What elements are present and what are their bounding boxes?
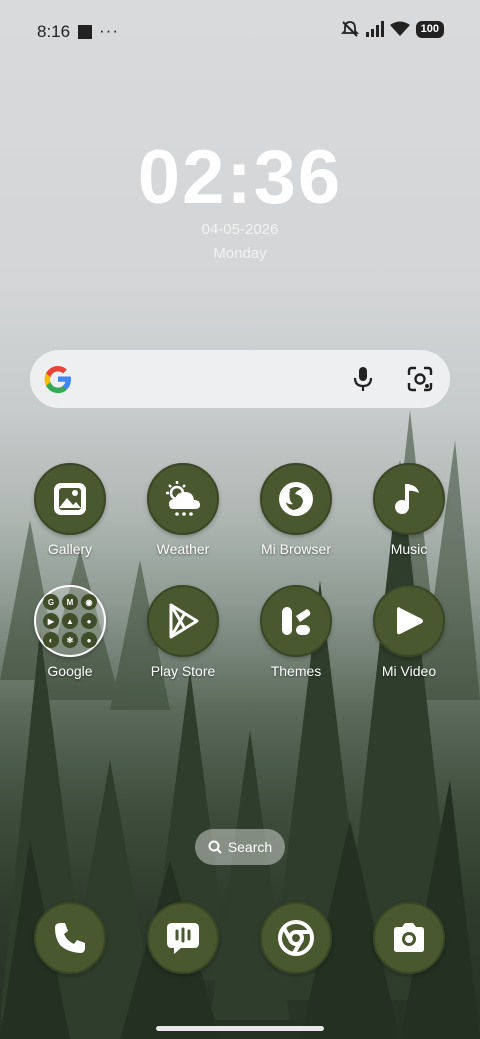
drive-icon: ▲ bbox=[62, 613, 78, 629]
contacts-icon: ● bbox=[81, 632, 97, 648]
music-icon bbox=[395, 484, 419, 514]
dock-camera[interactable] bbox=[354, 902, 464, 974]
battery-indicator: 100 bbox=[415, 20, 444, 38]
wifi-icon bbox=[389, 21, 410, 36]
mute-icon bbox=[340, 21, 359, 37]
youtube-icon: ▶ bbox=[43, 613, 59, 629]
gmail-icon: M bbox=[62, 594, 78, 610]
app-mi-browser[interactable]: Mi Browser bbox=[241, 463, 351, 557]
app-label: Play Store bbox=[150, 663, 216, 679]
app-music[interactable]: Music bbox=[354, 463, 464, 557]
app-gallery[interactable]: Gallery bbox=[15, 463, 125, 557]
app-mi-video[interactable]: Mi Video bbox=[354, 585, 464, 679]
status-bar: 8:16 ··· 100 bbox=[0, 0, 480, 64]
status-time: 8:16 bbox=[37, 22, 71, 41]
search-icon bbox=[208, 840, 222, 854]
gallery-icon bbox=[54, 483, 86, 515]
signal-icon bbox=[365, 21, 384, 37]
google-g-icon bbox=[44, 366, 71, 393]
home-gesture-bar[interactable] bbox=[156, 1026, 324, 1031]
google-search-bar[interactable] bbox=[30, 350, 450, 408]
photos-icon: ✻ bbox=[62, 632, 78, 648]
app-label: Gallery bbox=[47, 541, 93, 557]
dock-chrome[interactable] bbox=[241, 902, 351, 974]
voice-search-icon[interactable] bbox=[350, 365, 376, 393]
dock-messages[interactable] bbox=[128, 902, 238, 974]
clock-date: 04-05-2026 bbox=[201, 221, 279, 238]
themes-icon bbox=[282, 607, 311, 635]
messages-icon bbox=[167, 923, 199, 954]
google-app-icon: G bbox=[43, 594, 59, 610]
app-label: Google bbox=[47, 663, 93, 679]
app-search-button[interactable]: Search bbox=[195, 829, 285, 865]
browser-icon bbox=[279, 482, 313, 516]
more-notifications-icon: ··· bbox=[99, 21, 119, 40]
app-label: Themes bbox=[270, 663, 322, 679]
clock-day: Monday bbox=[213, 245, 267, 262]
app-themes[interactable]: Themes bbox=[241, 585, 351, 679]
app-label: Music bbox=[390, 541, 428, 557]
folder-google[interactable]: G M ◉ ▶ ▲ ● ◐ ✻ ● Google bbox=[15, 585, 125, 679]
search-pill-label: Search bbox=[227, 839, 273, 855]
folder-grid: G M ◉ ▶ ▲ ● ◐ ✻ ● bbox=[43, 594, 97, 648]
app-play-store[interactable]: Play Store bbox=[128, 585, 238, 679]
app-weather[interactable]: Weather bbox=[128, 463, 238, 557]
video-icon bbox=[397, 607, 423, 635]
app-label: Weather bbox=[156, 541, 210, 557]
app-label: Mi Video bbox=[381, 663, 437, 679]
clock-time[interactable]: 02:36 bbox=[0, 134, 480, 221]
play-store-icon bbox=[169, 603, 199, 639]
youtube-music-icon: ● bbox=[81, 613, 97, 629]
maps-icon: ◉ bbox=[81, 594, 97, 610]
weather-icon bbox=[166, 481, 200, 516]
phone-icon bbox=[55, 923, 85, 953]
google-lens-icon[interactable] bbox=[406, 365, 434, 393]
notification-square-icon bbox=[78, 25, 92, 39]
dock-phone[interactable] bbox=[15, 902, 125, 974]
app-label: Mi Browser bbox=[260, 541, 331, 557]
chrome-icon bbox=[278, 920, 314, 956]
camera-icon bbox=[394, 923, 424, 952]
chrome-small-icon: ◐ bbox=[43, 632, 59, 648]
